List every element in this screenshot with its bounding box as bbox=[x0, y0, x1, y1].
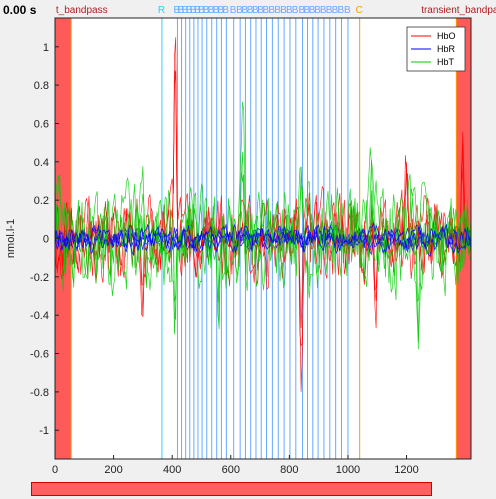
event-marker-label: B bbox=[344, 5, 351, 16]
x-tick-label: 0 bbox=[52, 464, 58, 476]
y-tick-label: -0.2 bbox=[30, 272, 49, 284]
y-tick-label: 0 bbox=[43, 234, 49, 246]
legend-entry: HbR bbox=[437, 44, 456, 54]
y-tick-label: 1 bbox=[43, 42, 49, 54]
signal-chart[interactable]: 0 200 400 600 800 1000 1200 -1 -0.8 -0.6 -0.4 -0.2 0… bbox=[0, 0, 496, 480]
x-tick-label: 1000 bbox=[336, 464, 360, 476]
x-tick-label: 200 bbox=[104, 464, 122, 476]
y-tick-label: -0.8 bbox=[30, 387, 49, 399]
legend-entry: HbT bbox=[437, 57, 455, 67]
y-tick-label: -0.6 bbox=[30, 349, 49, 361]
event-marker-label: C bbox=[356, 5, 363, 16]
y-tick-label: 0.6 bbox=[34, 118, 49, 130]
y-tick-label: 0.2 bbox=[34, 195, 49, 207]
region-label: transient_bandpa bbox=[421, 5, 496, 16]
x-tick-label: 1200 bbox=[394, 464, 418, 476]
time-scrollbar[interactable] bbox=[31, 482, 432, 496]
y-tick-label: -1 bbox=[39, 425, 49, 437]
region-label: t_bandpass bbox=[56, 5, 108, 16]
y-tick-label: -0.4 bbox=[30, 310, 49, 322]
y-tick-label: 0.4 bbox=[34, 157, 49, 169]
legend-entry: HbO bbox=[437, 31, 456, 41]
y-axis-label: nmol.l-1 bbox=[5, 219, 17, 258]
x-tick-label: 600 bbox=[222, 464, 240, 476]
event-marker-label: B bbox=[222, 5, 229, 16]
x-tick-label: 800 bbox=[280, 464, 298, 476]
x-tick-label: 400 bbox=[163, 464, 181, 476]
y-tick-label: 0.8 bbox=[34, 80, 49, 92]
event-marker-label: R bbox=[158, 5, 165, 16]
